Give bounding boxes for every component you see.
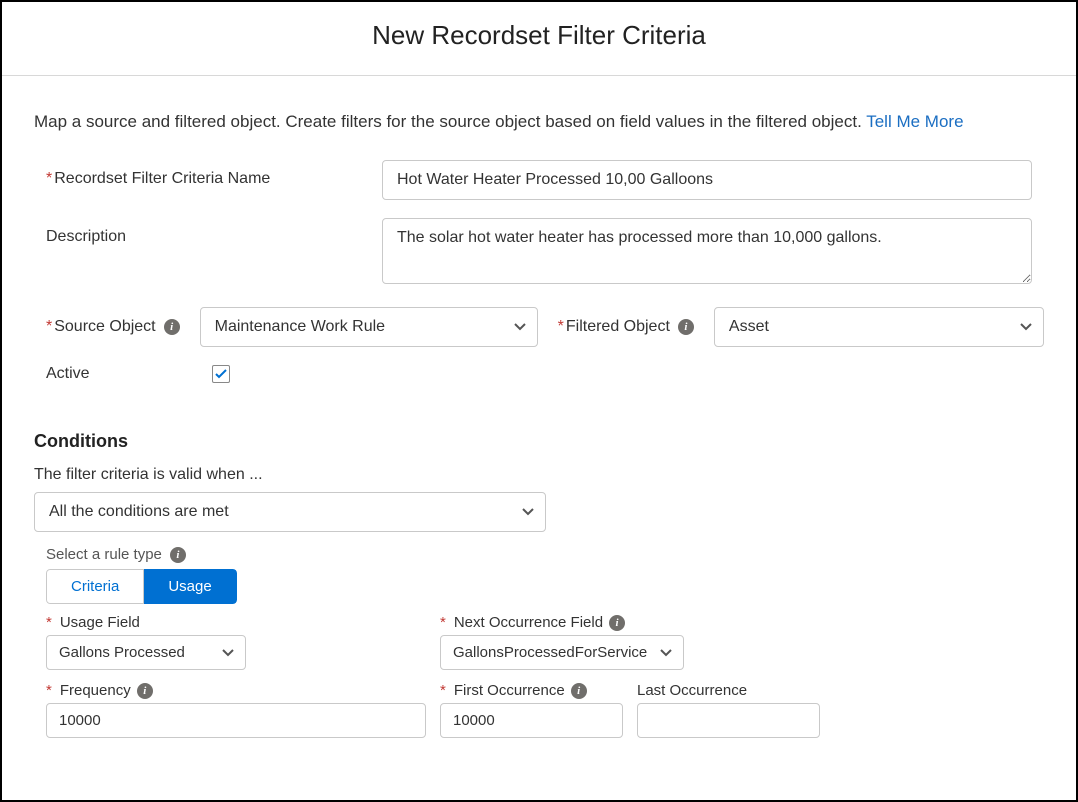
frequency-input[interactable] — [46, 703, 426, 738]
conditions-heading: Conditions — [34, 431, 1044, 452]
intro-text: Map a source and filtered object. Create… — [34, 112, 1044, 132]
row-active: Active — [34, 365, 1044, 383]
info-icon[interactable]: i — [571, 683, 587, 699]
chevron-down-icon — [1020, 318, 1032, 336]
conditions-helper: The filter criteria is valid when ... — [34, 466, 1044, 484]
label-next-occurrence: *Next Occurrence Field i — [440, 614, 820, 631]
row-name: *Recordset Filter Criteria Name — [34, 160, 1044, 200]
tab-usage[interactable]: Usage — [144, 569, 236, 604]
rule-group: Select a rule type i Criteria Usage *Usa… — [34, 546, 1044, 738]
info-icon[interactable]: i — [170, 547, 186, 563]
chevron-down-icon — [522, 503, 534, 521]
recordset-name-input[interactable] — [382, 160, 1032, 200]
tab-criteria[interactable]: Criteria — [46, 569, 144, 604]
label-active: Active — [46, 365, 212, 383]
last-occurrence-input[interactable] — [637, 703, 820, 738]
first-occurrence-input[interactable] — [440, 703, 623, 738]
label-frequency: *Frequency i — [46, 682, 426, 699]
filtered-object-select[interactable]: Asset — [714, 307, 1044, 347]
row-description: Description — [34, 218, 1044, 289]
source-object-select[interactable]: Maintenance Work Rule — [200, 307, 538, 347]
label-source-object: *Source Object i — [46, 318, 180, 336]
dialog-content: Map a source and filtered object. Create… — [2, 76, 1076, 738]
chevron-down-icon — [514, 318, 526, 336]
conditions-logic-select[interactable]: All the conditions are met — [34, 492, 546, 532]
rule-type-tabs: Criteria Usage — [46, 569, 237, 604]
usage-field-select[interactable]: Gallons Processed — [46, 635, 246, 670]
info-icon[interactable]: i — [164, 319, 180, 335]
info-icon[interactable]: i — [678, 319, 694, 335]
dialog-header: New Recordset Filter Criteria — [2, 2, 1076, 76]
usage-grid: *Usage Field Gallons Processed *Next Occ… — [46, 614, 1044, 738]
dialog-title: New Recordset Filter Criteria — [2, 20, 1076, 51]
tell-me-more-link[interactable]: Tell Me More — [866, 112, 963, 131]
chevron-down-icon — [222, 644, 234, 662]
next-occurrence-select[interactable]: GallonsProcessedForService — [440, 635, 684, 670]
intro-description: Map a source and filtered object. Create… — [34, 112, 866, 131]
description-textarea[interactable] — [382, 218, 1032, 284]
info-icon[interactable]: i — [609, 615, 625, 631]
row-source-filtered: *Source Object i Maintenance Work Rule *… — [34, 307, 1044, 347]
info-icon[interactable]: i — [137, 683, 153, 699]
label-first-occurrence: *First Occurrence i — [440, 682, 623, 699]
rule-type-label: Select a rule type i — [46, 546, 1044, 563]
label-name: *Recordset Filter Criteria Name — [46, 160, 382, 188]
active-checkbox[interactable] — [212, 365, 230, 383]
label-description: Description — [46, 218, 382, 246]
label-last-occurrence: Last Occurrence — [637, 682, 820, 699]
label-filtered-object: *Filtered Object i — [558, 318, 694, 336]
label-usage-field: *Usage Field — [46, 614, 426, 631]
chevron-down-icon — [660, 644, 672, 662]
